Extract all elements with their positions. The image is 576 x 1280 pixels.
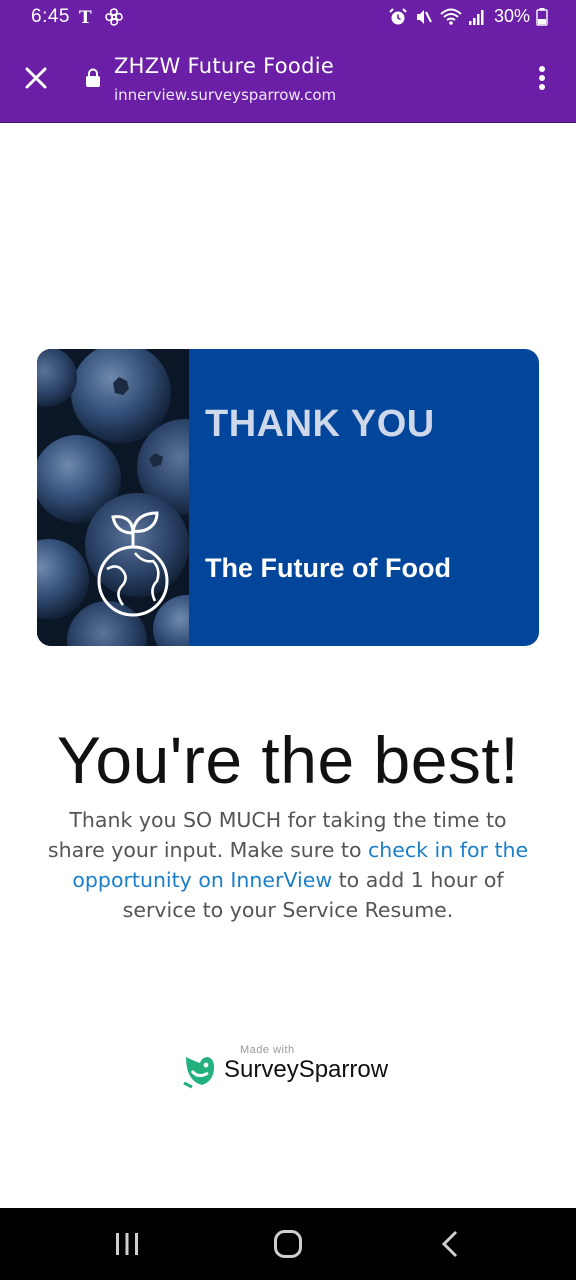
lock-icon [84, 68, 102, 92]
status-left-icons: T [78, 6, 124, 32]
banner-subheading: The Future of Food [205, 553, 451, 583]
home-icon [274, 1230, 302, 1258]
close-button[interactable] [16, 58, 56, 98]
alarm-icon [388, 7, 408, 27]
more-options-button[interactable] [524, 58, 560, 98]
pinwheel-icon [104, 6, 124, 32]
nyt-icon: T [78, 6, 96, 32]
recent-apps-button[interactable] [97, 1224, 157, 1264]
close-icon [25, 67, 47, 89]
surveysparrow-logo-icon [182, 1051, 218, 1093]
page-title: ZHZW Future Foodie [114, 54, 335, 78]
battery-icon [536, 7, 548, 27]
page-url[interactable]: innerview.surveysparrow.com [114, 86, 336, 104]
back-button[interactable] [420, 1224, 480, 1264]
banner-heading: THANK YOU [205, 403, 435, 445]
status-bar: 6:45 T 30% [0, 0, 576, 36]
battery-percent: 30% [493, 6, 530, 26]
screen: 6:45 T 30% ZHZW Future Foodie innerview.… [0, 0, 576, 1280]
globe-sprout-icon [97, 511, 169, 617]
more-vert-icon [539, 66, 545, 90]
back-icon [441, 1230, 458, 1258]
home-button[interactable] [258, 1224, 318, 1264]
thank-you-banner: THANK YOU The Future of Food [37, 349, 539, 646]
navigation-bar [0, 1208, 576, 1280]
thank-you-message: Thank you SO MUCH for taking the time to… [40, 805, 536, 925]
made-with-label: Made with [240, 1044, 295, 1056]
status-right-icons: 30% [388, 6, 548, 27]
recent-apps-icon [116, 1233, 138, 1255]
made-with-badge[interactable]: Made with SurveySparrow [182, 1043, 402, 1091]
status-time: 6:45 [31, 6, 70, 27]
blueberries-photo [37, 349, 233, 646]
headline: You're the best! [56, 723, 520, 797]
svg-text:T: T [79, 8, 92, 28]
mute-icon [414, 7, 434, 27]
signal-icon [468, 7, 486, 27]
wifi-icon [440, 7, 462, 27]
brand-name: SurveySparrow [224, 1056, 389, 1083]
browser-toolbar: ZHZW Future Foodie innerview.surveysparr… [0, 36, 576, 123]
